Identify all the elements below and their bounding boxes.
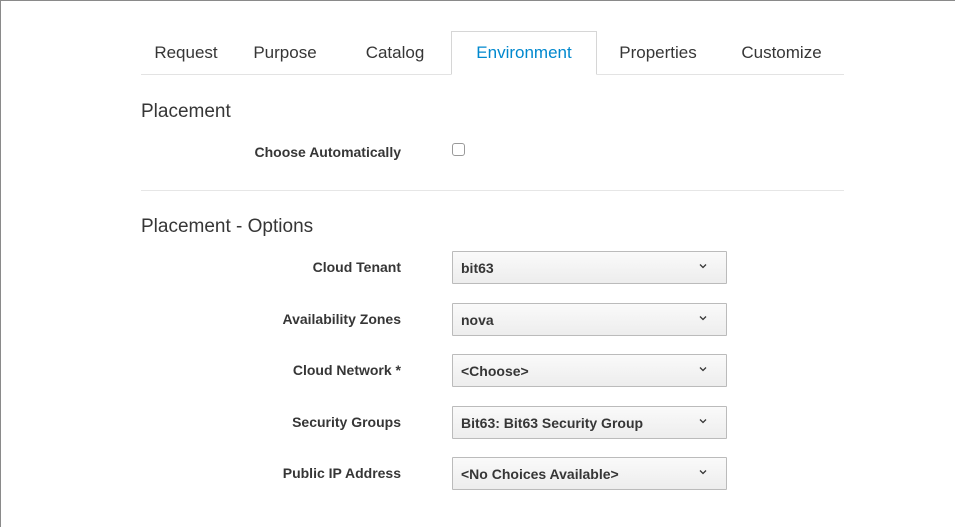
cloud-network-value: <Choose> xyxy=(461,363,529,379)
cloud-network-select[interactable]: <Choose> xyxy=(452,354,727,387)
chevron-down-icon xyxy=(699,367,707,372)
tab-environment[interactable]: Environment xyxy=(451,31,597,75)
chevron-down-icon xyxy=(699,470,707,475)
security-groups-select[interactable]: Bit63: Bit63 Security Group xyxy=(452,406,727,439)
chevron-down-icon xyxy=(699,316,707,321)
security-groups-label: Security Groups xyxy=(292,414,401,430)
tab-bar: Request Purpose Catalog Environment Prop… xyxy=(141,31,844,75)
tab-request[interactable]: Request xyxy=(141,31,231,75)
public-ip-address-label: Public IP Address xyxy=(282,465,401,481)
tab-purpose[interactable]: Purpose xyxy=(231,31,339,75)
public-ip-address-value: <No Choices Available> xyxy=(461,466,619,482)
chevron-down-icon xyxy=(699,419,707,424)
availability-zones-select[interactable]: nova xyxy=(452,303,727,336)
security-groups-value: Bit63: Bit63 Security Group xyxy=(461,415,644,431)
section-divider xyxy=(141,190,844,191)
cloud-tenant-label: Cloud Tenant xyxy=(312,259,401,275)
choose-automatically-label: Choose Automatically xyxy=(254,144,401,160)
chevron-down-icon xyxy=(699,264,707,269)
cloud-tenant-value: bit63 xyxy=(461,260,494,276)
tab-properties[interactable]: Properties xyxy=(597,31,719,75)
tab-customize[interactable]: Customize xyxy=(719,31,844,75)
placement-heading: Placement xyxy=(141,101,231,122)
cloud-tenant-select[interactable]: bit63 xyxy=(452,251,727,284)
availability-zones-label: Availability Zones xyxy=(282,311,401,327)
public-ip-address-select[interactable]: <No Choices Available> xyxy=(452,457,727,490)
cloud-network-label: Cloud Network * xyxy=(292,362,401,378)
tab-catalog[interactable]: Catalog xyxy=(339,31,451,75)
placement-options-heading: Placement - Options xyxy=(141,216,314,237)
availability-zones-value: nova xyxy=(461,312,494,328)
choose-automatically-checkbox[interactable] xyxy=(452,143,465,156)
